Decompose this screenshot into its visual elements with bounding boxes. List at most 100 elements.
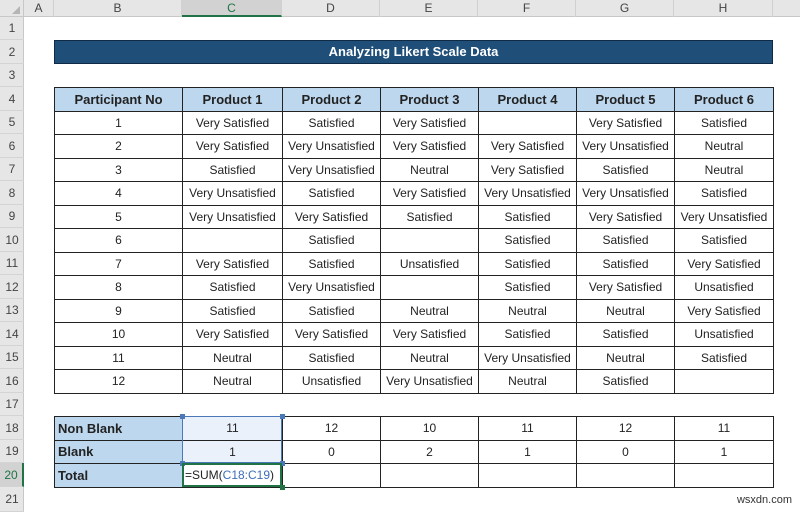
row-header-13[interactable]: 13 xyxy=(0,299,24,322)
participant-cell[interactable]: 7 xyxy=(54,251,183,276)
response-cell[interactable]: Satisfied xyxy=(380,204,479,229)
summary-value-cell[interactable]: 1 xyxy=(478,439,577,464)
response-cell[interactable]: Very Unsatisfied xyxy=(282,134,381,159)
column-header-f[interactable]: F xyxy=(478,0,576,17)
summary-value-cell[interactable] xyxy=(674,463,774,488)
selection-handle[interactable] xyxy=(280,414,285,419)
row-header-10[interactable]: 10 xyxy=(0,228,24,252)
response-cell[interactable]: Very Unsatisfied xyxy=(576,134,675,159)
response-cell[interactable]: Very Satisfied xyxy=(282,322,381,347)
row-header-6[interactable]: 6 xyxy=(0,134,24,158)
response-cell[interactable]: Very Satisfied xyxy=(182,110,283,135)
row-header-7[interactable]: 7 xyxy=(0,158,24,181)
response-cell[interactable]: Satisfied xyxy=(478,251,577,276)
column-header-c[interactable]: C xyxy=(182,0,282,17)
participant-cell[interactable]: 4 xyxy=(54,181,183,206)
response-cell[interactable]: Satisfied xyxy=(478,275,577,300)
summary-value-cell[interactable] xyxy=(478,463,577,488)
summary-value-cell[interactable]: 1 xyxy=(182,439,283,464)
row-header-8[interactable]: 8 xyxy=(0,181,24,205)
response-cell[interactable]: Very Satisfied xyxy=(182,134,283,159)
column-header-h[interactable]: H xyxy=(674,0,773,17)
row-header-19[interactable]: 19 xyxy=(0,440,24,463)
response-cell[interactable]: Satisfied xyxy=(182,157,283,182)
column-header-g[interactable]: G xyxy=(576,0,674,17)
response-cell[interactable]: Satisfied xyxy=(576,251,675,276)
response-cell[interactable]: Neutral xyxy=(182,345,283,370)
selection-handle[interactable] xyxy=(280,461,285,466)
response-cell[interactable]: Satisfied xyxy=(576,228,675,253)
participant-cell[interactable]: 10 xyxy=(54,322,183,347)
column-heading[interactable]: Product 4 xyxy=(478,87,577,112)
column-header-e[interactable]: E xyxy=(380,0,478,17)
summary-value-cell[interactable]: 11 xyxy=(478,416,577,441)
response-cell[interactable]: Very Unsatisfied xyxy=(478,345,577,370)
response-cell[interactable]: Neutral xyxy=(478,298,577,323)
response-cell[interactable]: Neutral xyxy=(674,157,774,182)
response-cell[interactable]: Satisfied xyxy=(478,228,577,253)
summary-value-cell[interactable] xyxy=(576,463,675,488)
sheet-title[interactable]: Analyzing Likert Scale Data xyxy=(54,40,773,64)
row-header-5[interactable]: 5 xyxy=(0,111,24,134)
column-header-a[interactable]: A xyxy=(24,0,54,17)
response-cell[interactable]: Satisfied xyxy=(674,345,774,370)
response-cell[interactable]: Very Satisfied xyxy=(380,322,479,347)
response-cell[interactable]: Very Unsatisfied xyxy=(674,204,774,229)
response-cell[interactable]: Unsatisfied xyxy=(674,322,774,347)
response-cell[interactable]: Very Satisfied xyxy=(380,110,479,135)
participant-cell[interactable]: 8 xyxy=(54,275,183,300)
column-heading[interactable]: Product 5 xyxy=(576,87,675,112)
column-heading[interactable]: Participant No xyxy=(54,87,183,112)
response-cell[interactable]: Unsatisfied xyxy=(380,251,479,276)
response-cell[interactable]: Neutral xyxy=(380,298,479,323)
row-header-4[interactable]: 4 xyxy=(0,87,24,111)
response-cell[interactable]: Very Satisfied xyxy=(182,322,283,347)
response-cell[interactable]: Satisfied xyxy=(576,369,675,394)
row-header-18[interactable]: 18 xyxy=(0,416,24,440)
summary-label[interactable]: Non Blank xyxy=(54,416,183,441)
row-header-2[interactable]: 2 xyxy=(0,40,24,64)
summary-value-cell[interactable]: 0 xyxy=(282,439,381,464)
participant-cell[interactable]: 5 xyxy=(54,204,183,229)
response-cell[interactable]: Neutral xyxy=(576,345,675,370)
row-header-9[interactable]: 9 xyxy=(0,205,24,228)
summary-label[interactable]: Total xyxy=(54,463,183,488)
response-cell[interactable]: Very Satisfied xyxy=(478,134,577,159)
response-cell[interactable]: Very Unsatisfied xyxy=(380,369,479,394)
response-cell[interactable] xyxy=(674,369,774,394)
row-header-11[interactable]: 11 xyxy=(0,252,24,275)
response-cell[interactable]: Satisfied xyxy=(282,110,381,135)
row-header-16[interactable]: 16 xyxy=(0,369,24,393)
response-cell[interactable]: Satisfied xyxy=(674,228,774,253)
response-cell[interactable]: Very Unsatisfied xyxy=(182,204,283,229)
participant-cell[interactable]: 11 xyxy=(54,345,183,370)
response-cell[interactable]: Satisfied xyxy=(282,228,381,253)
participant-cell[interactable]: 6 xyxy=(54,228,183,253)
formula-cell[interactable]: =SUM(C18:C19) xyxy=(182,463,283,488)
response-cell[interactable]: Satisfied xyxy=(282,181,381,206)
response-cell[interactable]: Neutral xyxy=(182,369,283,394)
response-cell[interactable]: Satisfied xyxy=(182,298,283,323)
response-cell[interactable] xyxy=(380,228,479,253)
response-cell[interactable]: Very Satisfied xyxy=(182,251,283,276)
column-heading[interactable]: Product 1 xyxy=(182,87,283,112)
participant-cell[interactable]: 1 xyxy=(54,110,183,135)
response-cell[interactable]: Satisfied xyxy=(478,322,577,347)
row-header-20[interactable]: 20 xyxy=(0,463,24,487)
response-cell[interactable]: Very Satisfied xyxy=(576,110,675,135)
response-cell[interactable]: Satisfied xyxy=(182,275,283,300)
response-cell[interactable]: Very Unsatisfied xyxy=(478,181,577,206)
participant-cell[interactable]: 9 xyxy=(54,298,183,323)
summary-value-cell[interactable]: 2 xyxy=(380,439,479,464)
response-cell[interactable]: Very Unsatisfied xyxy=(182,181,283,206)
response-cell[interactable]: Very Unsatisfied xyxy=(282,275,381,300)
select-all-button[interactable] xyxy=(0,0,24,17)
response-cell[interactable]: Satisfied xyxy=(282,298,381,323)
response-cell[interactable]: Satisfied xyxy=(576,322,675,347)
row-header-17[interactable]: 17 xyxy=(0,393,24,416)
row-header-3[interactable]: 3 xyxy=(0,64,24,87)
response-cell[interactable]: Unsatisfied xyxy=(282,369,381,394)
column-heading[interactable]: Product 2 xyxy=(282,87,381,112)
column-header-b[interactable]: B xyxy=(54,0,182,17)
row-header-15[interactable]: 15 xyxy=(0,346,24,369)
